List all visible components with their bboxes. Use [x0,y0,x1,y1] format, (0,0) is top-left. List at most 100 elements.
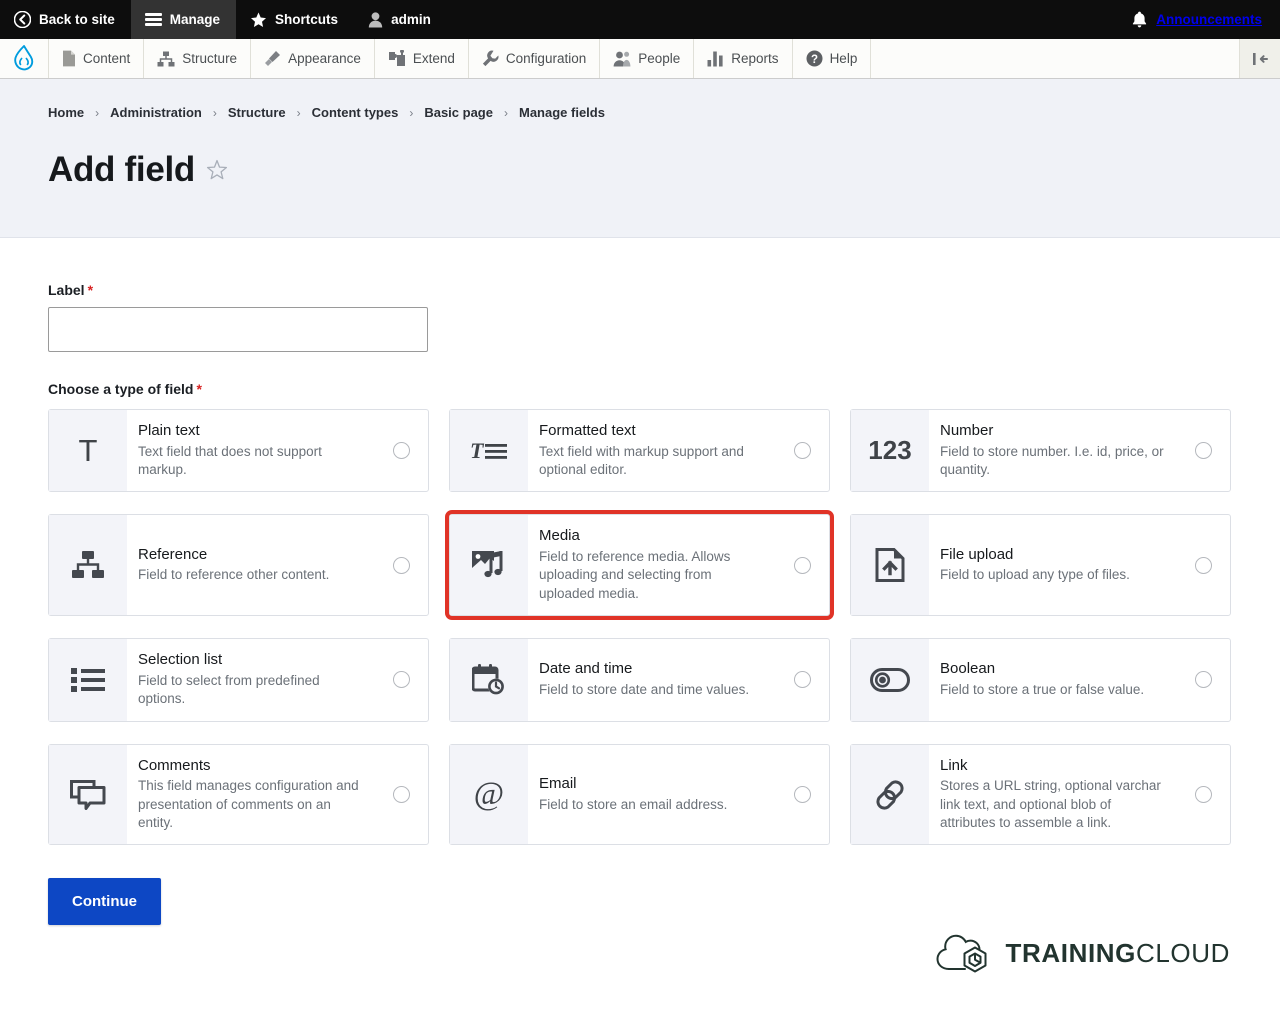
card-radio-wrap[interactable] [775,410,829,491]
radio-number[interactable] [1194,442,1212,460]
radio-reference[interactable] [392,556,410,574]
card-radio-wrap[interactable] [1176,410,1230,491]
field-type-card-reference[interactable]: Reference Field to reference other conte… [48,514,429,617]
card-body: Reference Field to reference other conte… [127,515,374,615]
radio-selection-list[interactable] [392,671,410,689]
card-radio-wrap[interactable] [374,639,428,720]
menu-item-extend[interactable]: Extend [375,39,469,78]
card-description: Field to select from predefined options. [138,672,320,707]
card-description: Field to store date and time values. [539,682,750,698]
field-type-card-link[interactable]: Link Stores a URL string, optional varch… [850,743,1231,846]
breadcrumb-item-content-types[interactable]: Content types [312,105,399,120]
number-glyph: 123 [868,435,912,466]
svg-text:?: ? [811,54,818,66]
field-type-card-boolean[interactable]: Boolean Field to store a true or false v… [850,638,1231,722]
add-field-form: Label * Choose a type of field * T Plain t… [0,238,1280,926]
card-title: Formatted text [539,421,636,439]
card-title: Plain text [138,421,200,439]
selection-list-icon [49,639,127,721]
continue-button[interactable]: Continue [48,878,161,926]
radio-media[interactable] [793,556,811,574]
menu-label: Extend [412,51,455,66]
comments-icon [49,744,127,845]
menu-label: Content [83,51,131,66]
card-radio-wrap[interactable] [775,639,829,720]
field-type-card-file-upload[interactable]: File upload Field to upload any type of … [850,514,1231,617]
field-type-card-media[interactable]: Media Field to reference media. Allows u… [445,510,834,621]
field-type-card-date-and-time[interactable]: Date and time Field to store date and ti… [449,638,830,722]
card-body: Formatted text Text field with markup su… [528,410,775,491]
shortcuts-tab[interactable]: Shortcuts [236,0,354,39]
menu-item-people[interactable]: People [600,39,695,78]
radio-formatted-text[interactable] [793,442,811,460]
back-to-site-label: Back to site [39,12,115,27]
menu-label: Appearance [288,51,361,66]
radio-file-upload[interactable] [1194,556,1212,574]
bookmark-star-icon[interactable] [206,159,228,181]
breadcrumb-separator: › [212,105,217,120]
label-field-label: Label * [48,282,1232,298]
radio-email[interactable] [793,786,811,804]
radio-date-and-time[interactable] [793,671,811,689]
breadcrumb-item-administration[interactable]: Administration [110,105,202,120]
radio-comments[interactable] [392,786,410,804]
manage-label: Manage [169,12,221,27]
breadcrumb-separator: › [296,105,301,120]
drupal-logo[interactable] [0,39,49,78]
breadcrumb-item-home[interactable]: Home [48,105,84,120]
card-description: Field to store a true or false value. [940,682,1145,698]
email-icon: @ [450,744,528,845]
menu-label: Reports [731,51,779,66]
menu-item-structure[interactable]: Structure [144,39,252,78]
breadcrumb-item-structure[interactable]: Structure [228,105,286,120]
card-body: File upload Field to upload any type of … [929,515,1176,615]
card-title: Selection list [138,651,223,669]
card-body: Selection list Field to select from pred… [127,639,374,720]
card-title: Media [539,527,580,545]
document-icon [62,50,76,67]
menu-item-help[interactable]: ? Help [793,39,872,78]
card-radio-wrap[interactable] [374,515,428,615]
radio-plain-text[interactable] [392,442,410,460]
card-radio-wrap[interactable] [374,410,428,491]
announcements-label: Announcements [1156,12,1262,27]
card-description: Field to upload any type of files. [940,567,1130,583]
card-radio-wrap[interactable] [1176,639,1230,720]
card-radio-wrap[interactable] [1176,515,1230,615]
menu-item-content[interactable]: Content [49,39,145,78]
sitemap-icon [157,51,175,67]
card-radio-wrap[interactable] [775,515,829,615]
field-type-card-comments[interactable]: Comments This field manages configuratio… [48,743,429,846]
menu-item-appearance[interactable]: Appearance [251,39,375,78]
bar-chart-icon [707,51,724,67]
announcements-button[interactable]: Announcements [1120,0,1280,39]
card-body: Number Field to store number. I.e. id, p… [929,410,1176,491]
field-type-card-email[interactable]: @ Email Field to store an email address. [449,743,830,846]
radio-link[interactable] [1194,786,1212,804]
plain-text-icon: T [49,409,127,492]
card-description: Stores a URL string, optional varchar li… [940,778,1161,831]
menu-item-configuration[interactable]: Configuration [469,39,601,78]
card-radio-wrap[interactable] [374,745,428,845]
toolbar-collapse-button[interactable] [1240,39,1280,78]
breadcrumb-item-basic-page[interactable]: Basic page [424,105,493,120]
plain-text-glyph: T [78,432,98,468]
user-icon [368,11,383,28]
field-type-card-number[interactable]: 123 Number Field to store number. I.e. i… [850,408,1231,493]
card-title: Email [539,775,577,792]
breadcrumb-item-manage-fields[interactable]: Manage fields [519,105,605,120]
user-account-tab[interactable]: admin [354,0,447,39]
field-type-card-plain-text[interactable]: T Plain text Text field that does not su… [48,408,429,493]
radio-boolean[interactable] [1194,671,1212,689]
label-input[interactable] [48,306,428,352]
user-account-label: admin [391,12,431,27]
field-type-card-selection-list[interactable]: Selection list Field to select from pred… [48,638,429,722]
menu-item-reports[interactable]: Reports [694,39,793,78]
puzzle-icon [388,50,406,67]
back-to-site-link[interactable]: Back to site [0,0,131,39]
card-radio-wrap[interactable] [1176,745,1230,845]
field-type-card-formatted-text[interactable]: T Formatted text Text field with markup … [449,408,830,493]
manage-tab[interactable]: Manage [130,0,237,39]
menu-label: Help [829,51,858,66]
card-radio-wrap[interactable] [775,745,829,845]
